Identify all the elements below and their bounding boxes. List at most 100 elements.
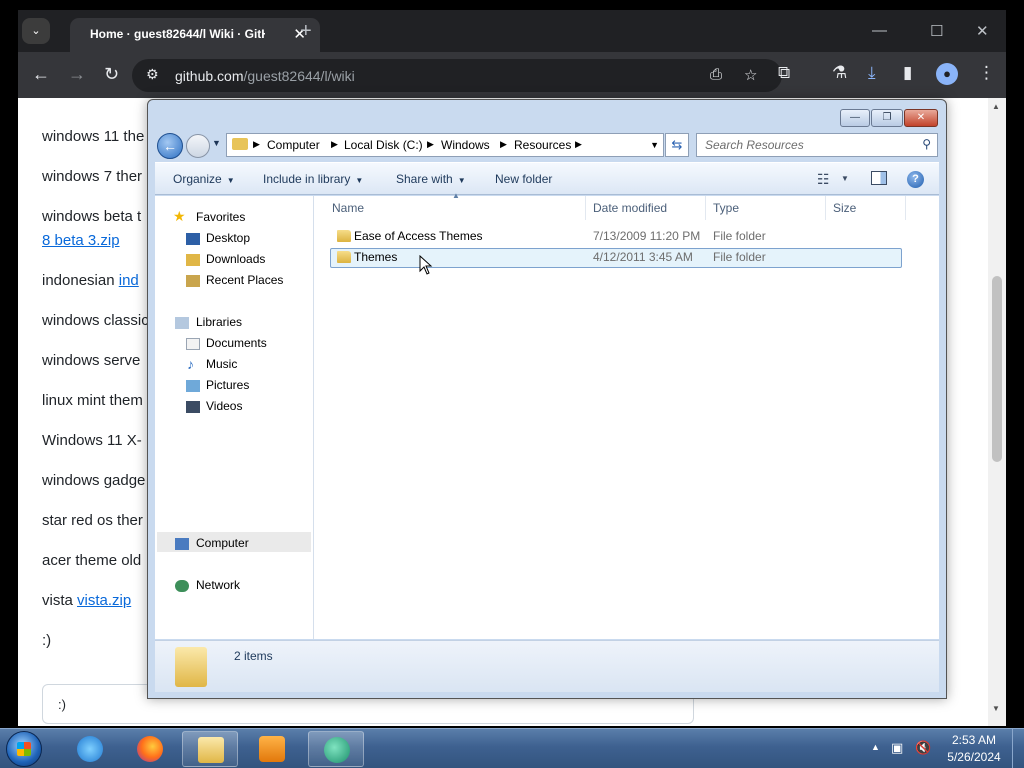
internet-explorer-icon: [77, 736, 103, 762]
taskbar-internet-explorer[interactable]: [62, 731, 118, 767]
new-folder-button[interactable]: New folder: [495, 172, 552, 186]
chevron-right-icon[interactable]: ▶: [331, 139, 338, 150]
extensions-icon[interactable]: ⧉: [778, 63, 790, 83]
close-icon[interactable]: ✕: [976, 22, 989, 40]
chevron-right-icon[interactable]: ▶: [427, 139, 434, 150]
folder-icon: [175, 647, 207, 687]
column-header-date-modified[interactable]: Date modified: [593, 201, 667, 215]
nav-desktop[interactable]: Desktop: [206, 231, 250, 245]
nav-documents[interactable]: Documents: [206, 336, 267, 350]
scroll-up-icon[interactable]: ▲: [992, 102, 1000, 111]
refresh-icon[interactable]: ⇆: [665, 133, 689, 157]
computer-icon: [175, 538, 189, 550]
wiki-link[interactable]: ind: [119, 272, 139, 289]
forward-button[interactable]: [186, 134, 210, 158]
explorer-maximize-button[interactable]: ❐: [871, 109, 903, 127]
nav-network[interactable]: Network: [196, 578, 240, 592]
breadcrumb-computer[interactable]: Computer: [267, 138, 320, 152]
download-icon[interactable]: ⤓: [868, 63, 876, 83]
recent-pages-dropdown-icon[interactable]: ▼: [212, 138, 221, 148]
nav-favorites[interactable]: Favorites: [196, 210, 245, 224]
site-info-icon[interactable]: ⚙: [146, 66, 159, 83]
tab-github-wiki[interactable]: Home · guest82644/l Wiki · GitHub ✕: [70, 18, 320, 52]
address-bar[interactable]: ⚙ github.com/guest82644/l/wiki ⎙ ☆: [132, 59, 782, 92]
menu-kebab-icon[interactable]: ⋮: [978, 63, 995, 83]
nav-music[interactable]: Music: [206, 357, 237, 371]
column-divider[interactable]: [825, 196, 826, 220]
file-row[interactable]: Ease of Access Themes 7/13/2009 11:20 PM…: [330, 227, 902, 247]
column-header-type[interactable]: Type: [713, 201, 739, 215]
taskbar-firefox[interactable]: [122, 731, 178, 767]
chevron-right-icon[interactable]: ▶: [253, 139, 260, 150]
explorer-minimize-button[interactable]: —: [840, 109, 870, 127]
firefox-icon: [137, 736, 163, 762]
volume-muted-icon[interactable]: 🔇: [915, 740, 931, 756]
minimize-icon[interactable]: —: [872, 22, 887, 39]
nav-videos[interactable]: Videos: [206, 399, 242, 413]
explorer-close-button[interactable]: ✕: [904, 109, 938, 127]
network-tray-icon[interactable]: ▣: [891, 740, 903, 756]
back-button[interactable]: ←: [157, 133, 183, 159]
labs-flask-icon[interactable]: ⚗: [832, 63, 847, 83]
organize-button[interactable]: Organize ▼: [173, 172, 235, 186]
nav-libraries[interactable]: Libraries: [196, 315, 242, 329]
wiki-line: indonesian ind: [42, 272, 139, 289]
breadcrumb-local-disk[interactable]: Local Disk (C:): [344, 138, 423, 152]
folder-icon: [232, 138, 248, 150]
nav-recent-places[interactable]: Recent Places: [206, 273, 283, 287]
views-dropdown-icon[interactable]: ▼: [841, 174, 849, 183]
profile-avatar-icon[interactable]: ●: [936, 63, 958, 85]
breadcrumb-windows[interactable]: Windows: [441, 138, 490, 152]
show-desktop-button[interactable]: [1012, 729, 1024, 768]
views-icon[interactable]: ☷: [817, 171, 830, 188]
taskbar-windows-explorer[interactable]: [182, 731, 238, 767]
search-input[interactable]: [705, 138, 910, 152]
libraries-icon: [175, 317, 189, 329]
nav-computer[interactable]: Computer: [196, 536, 249, 550]
wiki-link[interactable]: 8 beta 3.zip: [42, 232, 120, 249]
install-app-icon[interactable]: ⎙: [710, 66, 722, 83]
show-hidden-icons[interactable]: ▲: [871, 742, 880, 752]
scroll-down-icon[interactable]: ▼: [992, 704, 1000, 713]
preview-pane-icon[interactable]: [871, 171, 887, 185]
url-text[interactable]: github.com/guest82644/l/wiki: [175, 68, 355, 84]
file-row-selected[interactable]: Themes 4/12/2011 3:45 AM File folder: [330, 248, 902, 268]
nav-downloads[interactable]: Downloads: [206, 252, 265, 266]
clock-time[interactable]: 2:53 AM: [944, 733, 1004, 747]
column-divider[interactable]: [905, 196, 906, 220]
breadcrumb-resources[interactable]: Resources: [514, 138, 571, 152]
forward-arrow-icon[interactable]: →: [68, 64, 86, 85]
wiki-line: acer theme old: [42, 552, 142, 569]
address-dropdown-icon[interactable]: ▼: [650, 140, 659, 150]
include-in-library-button[interactable]: Include in library ▼: [263, 172, 363, 186]
reload-icon[interactable]: ↻: [104, 64, 119, 85]
nav-pictures[interactable]: Pictures: [206, 378, 249, 392]
column-divider[interactable]: [705, 196, 706, 220]
help-icon[interactable]: ?: [907, 171, 924, 188]
column-divider[interactable]: [585, 196, 586, 220]
chevron-right-icon[interactable]: ▶: [500, 139, 507, 150]
maximize-icon[interactable]: ☐: [930, 22, 943, 40]
start-button[interactable]: [6, 731, 42, 767]
wiki-line: 8 beta 3.zip: [42, 232, 120, 249]
explorer-address-bar[interactable]: ▶ Computer ▶ Local Disk (C:) ▶ Windows ▶…: [226, 133, 664, 157]
file-name: Themes: [354, 250, 398, 264]
new-tab-button[interactable]: +: [300, 20, 312, 43]
share-with-button[interactable]: Share with ▼: [396, 172, 466, 186]
search-icon[interactable]: ⚲: [922, 137, 931, 151]
column-header-size[interactable]: Size: [833, 201, 856, 215]
wiki-link[interactable]: vista.zip: [77, 592, 131, 609]
chevron-right-icon[interactable]: ▶: [575, 139, 582, 150]
clock-date[interactable]: 5/26/2024: [944, 750, 1004, 764]
back-arrow-icon[interactable]: ←: [32, 64, 50, 85]
search-box[interactable]: ⚲: [696, 133, 938, 157]
side-panel-icon[interactable]: ▮: [903, 63, 912, 83]
bookmark-star-icon[interactable]: ☆: [744, 66, 757, 84]
taskbar-chrome[interactable]: [308, 731, 364, 767]
taskbar-media-player[interactable]: [244, 731, 300, 767]
column-header-name[interactable]: Name: [332, 201, 364, 215]
tab-search-button[interactable]: ⌄: [22, 18, 50, 44]
page-scrollbar[interactable]: ▲ ▼: [988, 98, 1006, 726]
file-date: 4/12/2011 3:45 AM: [593, 250, 693, 264]
scroll-thumb[interactable]: [992, 276, 1002, 462]
